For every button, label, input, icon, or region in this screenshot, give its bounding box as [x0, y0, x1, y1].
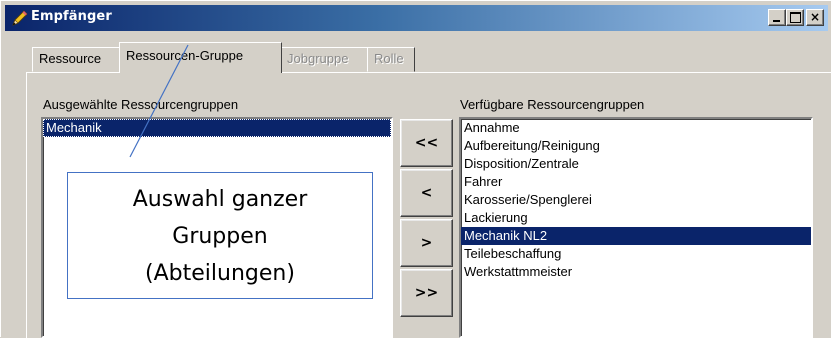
minimize-icon [773, 20, 780, 22]
maximize-button[interactable] [786, 9, 804, 26]
minimize-button[interactable] [768, 9, 786, 26]
tab-ressource[interactable]: Ressource [32, 47, 120, 72]
title-bar[interactable]: Empfänger × [5, 5, 828, 31]
callout-line-3: (Abteilungen) [145, 261, 295, 286]
tab-jobgruppe[interactable]: Jobgruppe [280, 47, 368, 72]
callout-line-2: Gruppen [172, 224, 268, 249]
pencil-icon [12, 10, 28, 26]
window-title: Empfänger [31, 9, 112, 24]
recipient-dialog: Empfänger × Ressource Ressourcen-Gruppe … [0, 0, 831, 338]
close-button[interactable]: × [806, 9, 824, 26]
maximize-icon [790, 12, 801, 23]
callout-line-1: Auswahl ganzer [132, 187, 308, 212]
tab-ressourcen-gruppe[interactable]: Ressourcen-Gruppe [119, 42, 282, 73]
close-icon: × [809, 10, 821, 24]
annotation-callout: Auswahl ganzer Gruppen (Abteilungen) [67, 172, 373, 299]
tab-rolle[interactable]: Rolle [367, 47, 415, 72]
